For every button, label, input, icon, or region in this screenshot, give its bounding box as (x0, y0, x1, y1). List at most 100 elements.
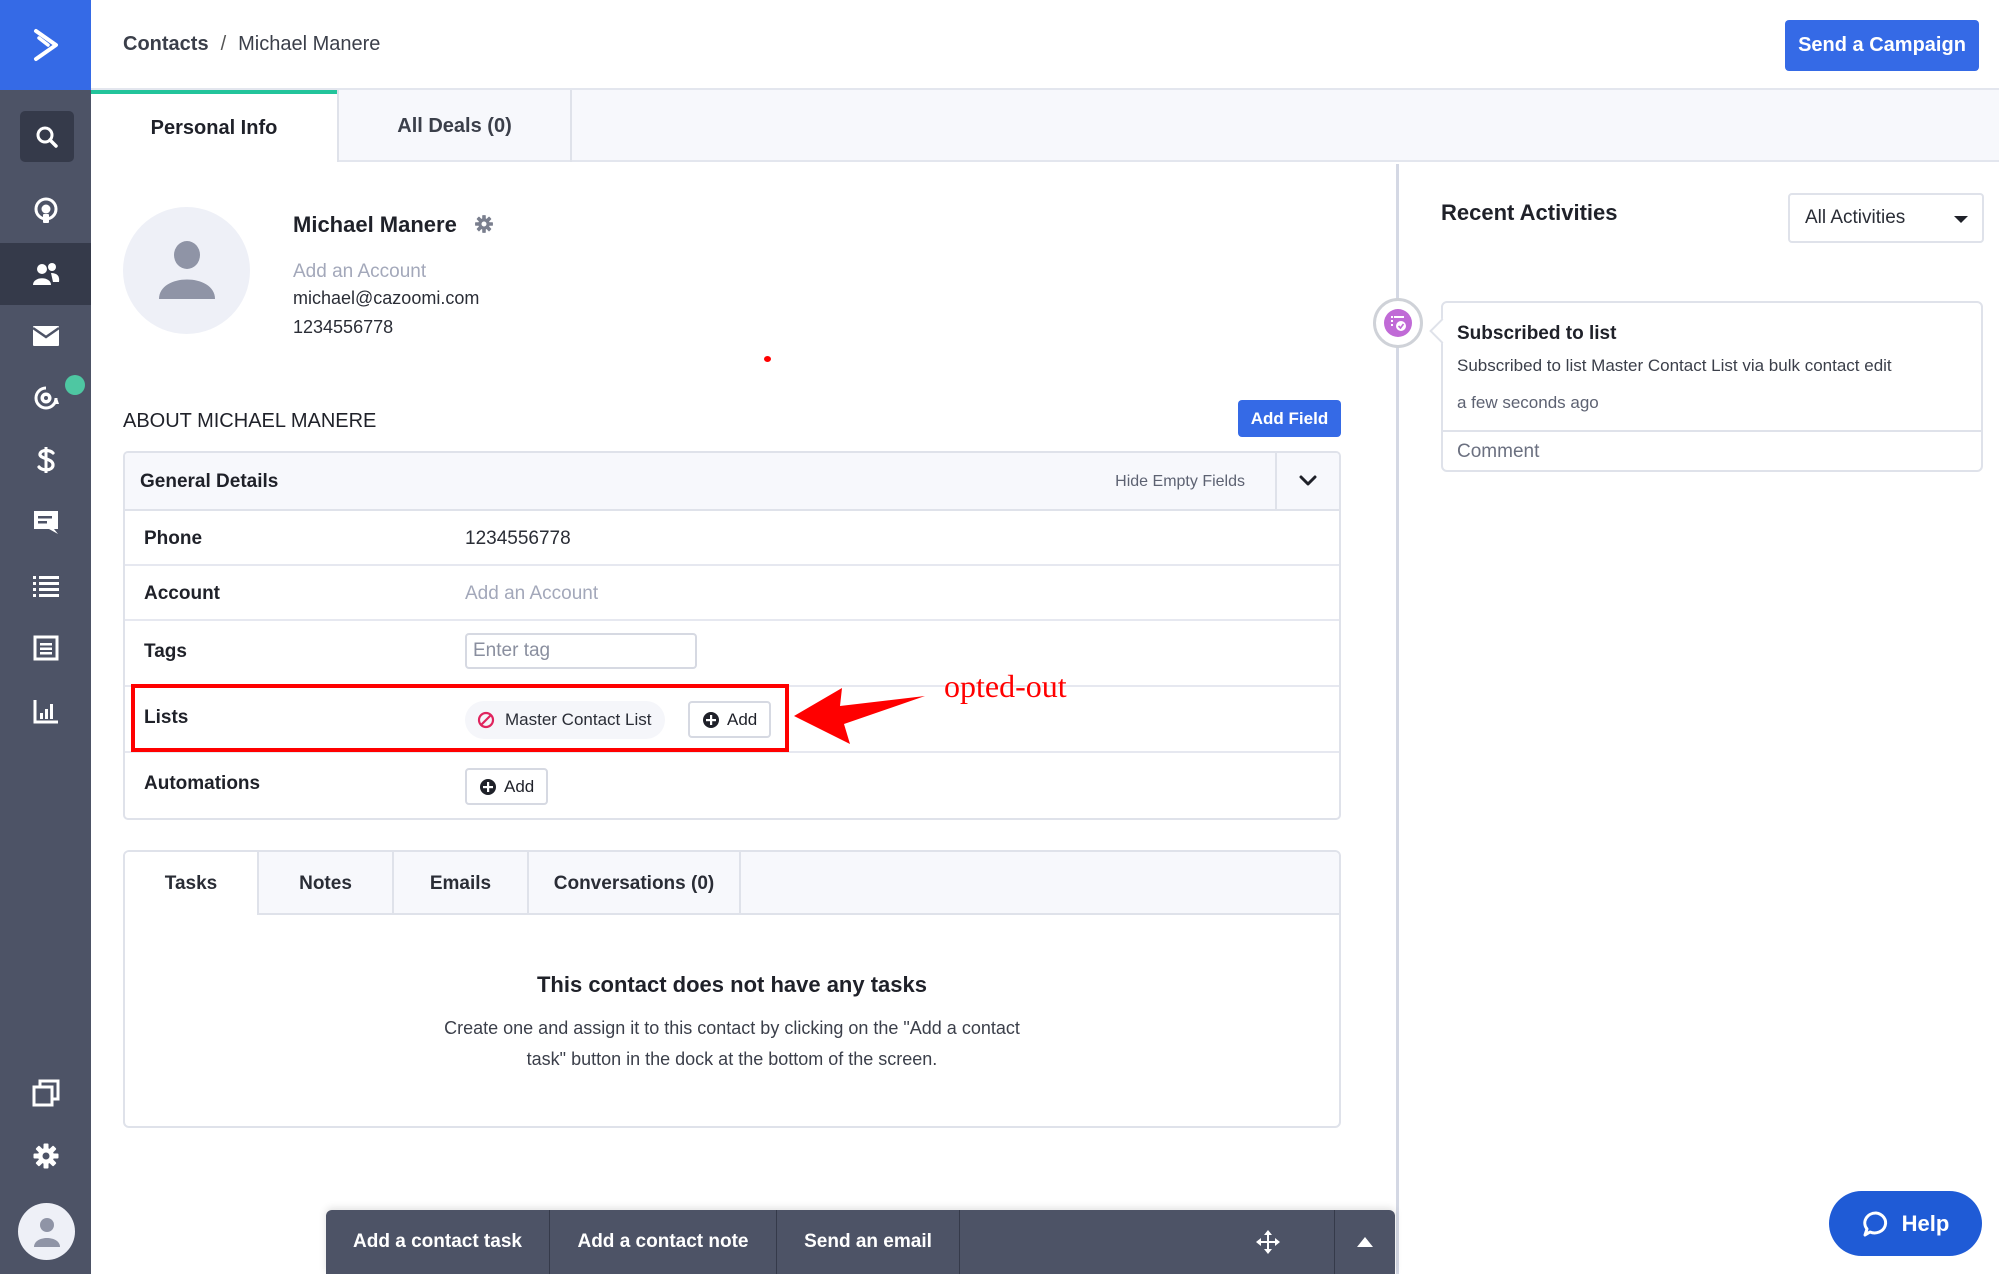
top-header: Contacts / Michael Manere Send a Campaign (91, 0, 1999, 90)
caret-up-icon (1357, 1237, 1373, 1247)
sidebar-item-forms[interactable] (0, 617, 91, 679)
dollar-icon (36, 447, 55, 473)
sidebar-item-apps[interactable] (0, 1062, 91, 1124)
activity-filter-select[interactable]: All Activities (1788, 193, 1984, 243)
breadcrumb: Contacts / Michael Manere (123, 33, 380, 56)
add-automation-label: Add (504, 776, 535, 796)
field-value-phone[interactable]: 1234556778 (465, 528, 571, 550)
tasks-tabbar: Tasks Notes Emails Conversations (0) (125, 852, 1339, 915)
search-icon (36, 126, 58, 148)
collapse-toggle-button[interactable] (1275, 453, 1339, 509)
chat-bubble-icon (1863, 1210, 1887, 1236)
subtab-emails[interactable]: Emails (394, 852, 529, 915)
activity-time: a few seconds ago (1457, 393, 1599, 412)
subtab-conversations[interactable]: Conversations (0) (529, 852, 741, 915)
activity-description: Subscribed to list Master Contact List v… (1457, 356, 1892, 375)
breadcrumb-separator: / (220, 33, 227, 55)
red-dot-marker (764, 356, 771, 362)
bar-chart-icon (33, 700, 58, 724)
list-subscribe-icon (1384, 309, 1412, 337)
logo-chevron-icon (33, 29, 58, 61)
contact-tabs: Personal Info All Deals (0) (91, 90, 1999, 162)
sidebar (0, 0, 91, 1274)
activity-comment-input[interactable]: Comment (1443, 430, 1981, 472)
tab-all-deals[interactable]: All Deals (0) (337, 90, 572, 162)
user-avatar-icon (33, 1217, 60, 1247)
envelope-icon (31, 326, 60, 346)
contact-settings-gear[interactable] (474, 214, 494, 239)
user-silhouette-icon (158, 240, 215, 299)
activity-card-notch (1429, 318, 1455, 344)
list-icon (32, 576, 59, 597)
automation-gear-icon (34, 386, 59, 410)
gear-icon (475, 215, 493, 233)
field-label-phone: Phone (144, 528, 203, 549)
sidebar-item-search[interactable] (20, 111, 74, 162)
tasks-empty-description: Create one and assign it to this contact… (444, 1018, 1020, 1069)
about-heading: ABOUT MICHAEL MANERE (123, 410, 377, 432)
contact-name: Michael Manere (293, 212, 457, 237)
field-row-tags: Tags (125, 621, 1339, 687)
windows-icon (32, 1079, 59, 1107)
add-contact-note-button[interactable]: Add a contact note (550, 1210, 777, 1274)
contacts-icon (32, 263, 59, 285)
sidebar-item-deals[interactable] (0, 429, 91, 491)
general-details-header: General Details Hide Empty Fields (125, 453, 1339, 511)
sidebar-item-campaigns[interactable] (0, 305, 91, 367)
tab-personal-info[interactable]: Personal Info (91, 90, 337, 162)
send-email-button[interactable]: Send an email (777, 1210, 960, 1274)
annotation-arrow-icon (794, 688, 925, 744)
timeline-node (1373, 298, 1423, 348)
general-details-title: General Details (140, 471, 279, 492)
sidebar-item-reports[interactable] (0, 680, 91, 742)
caret-down-icon (1954, 216, 1968, 223)
field-label-account: Account (144, 583, 220, 604)
field-row-account: Account Add an Account (125, 566, 1339, 621)
chevron-down-icon (1299, 475, 1317, 486)
subtab-tasks[interactable]: Tasks (125, 852, 259, 915)
hide-empty-fields-link[interactable]: Hide Empty Fields (1115, 473, 1245, 491)
recent-activities-title: Recent Activities (1441, 200, 1618, 225)
add-account-link[interactable]: Add an Account (293, 261, 426, 283)
activecampaign-logo[interactable] (0, 0, 91, 90)
sidebar-item-settings[interactable] (0, 1125, 91, 1187)
tag-input[interactable] (465, 633, 697, 669)
action-dock: Add a contact task Add a contact note Se… (326, 1210, 1395, 1274)
add-contact-task-button[interactable]: Add a contact task (326, 1210, 550, 1274)
sidebar-user-avatar[interactable] (18, 1203, 75, 1260)
general-details-panel: General Details Hide Empty Fields Phone … (123, 451, 1341, 820)
tasks-empty-title: This contact does not have any tasks (536, 972, 927, 997)
sidebar-item-conversations[interactable] (0, 491, 91, 553)
field-row-automations: Automations Add (125, 753, 1339, 818)
field-label-automations: Automations (144, 773, 261, 794)
add-automation-button[interactable]: Add (465, 768, 549, 805)
sidebar-item-contacts[interactable] (0, 243, 91, 305)
field-value-account[interactable]: Add an Account (465, 583, 598, 605)
activity-filter-value: All Activities (1805, 207, 1906, 228)
add-field-button[interactable]: Add Field (1238, 400, 1341, 437)
activity-card: Subscribed to list Subscribed to list Ma… (1429, 301, 1983, 472)
contact-email: michael@cazoomi.com (293, 288, 480, 308)
help-label: Help (1901, 1210, 1950, 1236)
breadcrumb-contacts-link[interactable]: Contacts (123, 33, 209, 55)
sidebar-item-contacts-overview[interactable] (0, 180, 91, 242)
annotation-highlight-box (131, 684, 789, 752)
chat-icon (33, 511, 58, 534)
contact-avatar[interactable] (123, 207, 250, 334)
breadcrumb-current: Michael Manere (238, 33, 381, 55)
help-button[interactable]: Help (1829, 1191, 1982, 1256)
activity-title: Subscribed to list (1457, 323, 1617, 344)
move-arrows-icon (1256, 1230, 1280, 1254)
sidebar-item-lists[interactable] (0, 555, 91, 617)
send-campaign-button[interactable]: Send a Campaign (1785, 20, 1979, 71)
annotation-label: opted-out (944, 668, 1067, 704)
dock-drag-handle[interactable] (1256, 1230, 1280, 1259)
gear-icon (33, 1143, 58, 1169)
subtab-notes[interactable]: Notes (259, 852, 394, 915)
tasks-panel: Tasks Notes Emails Conversations (0) Thi… (123, 850, 1341, 1128)
form-icon (33, 635, 58, 661)
automations-notification-dot (65, 375, 85, 395)
dock-expand-button[interactable] (1334, 1210, 1395, 1274)
contact-phone: 1234556778 (293, 317, 394, 337)
field-row-phone: Phone 1234556778 (125, 511, 1339, 566)
